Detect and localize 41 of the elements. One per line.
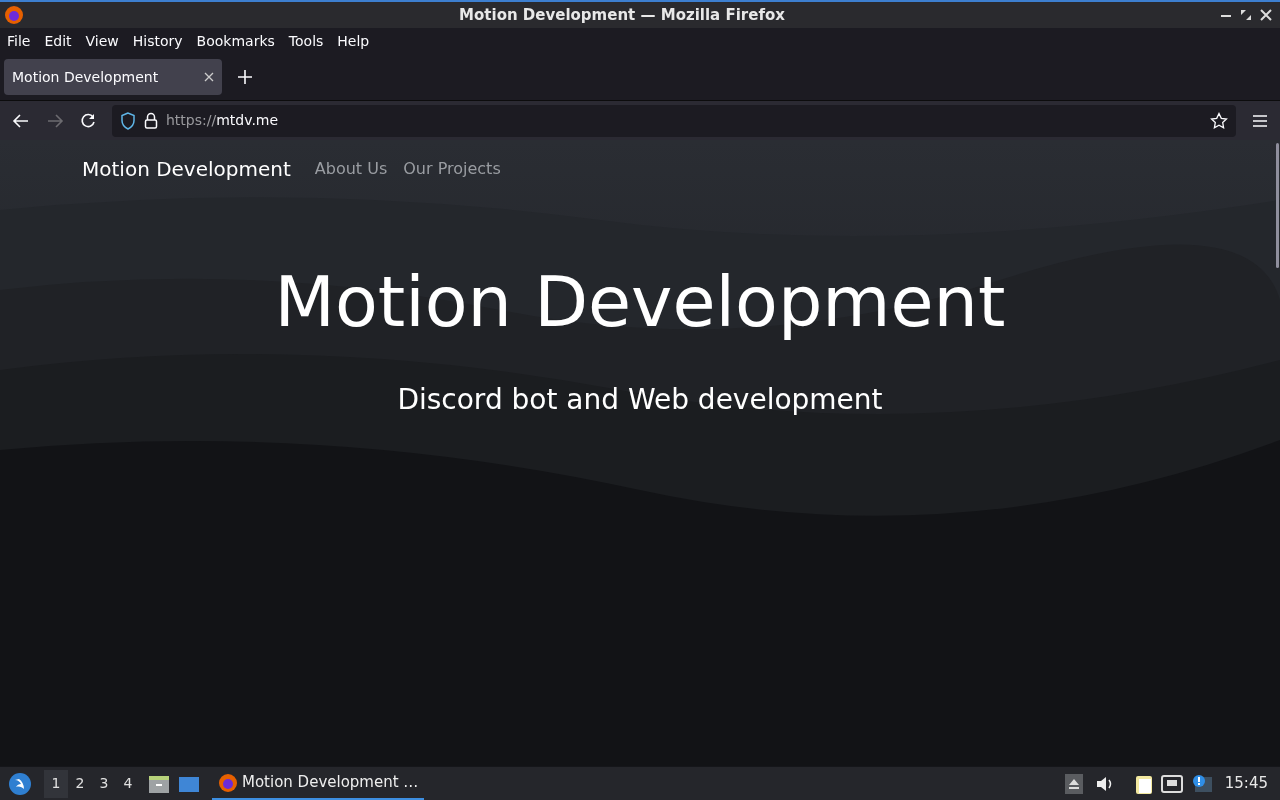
hero-heading: Motion Development	[273, 260, 1007, 345]
hero-subheading: Discord bot and Web development	[396, 382, 884, 418]
site-brand-link[interactable]: Motion Development	[82, 154, 291, 184]
firefox-icon	[4, 5, 24, 25]
close-tab-icon[interactable]	[204, 72, 214, 82]
menu-item[interactable]: View	[78, 30, 126, 52]
forward-button[interactable]	[46, 112, 64, 129]
menu-item[interactable]: Bookmarks	[189, 30, 282, 52]
eject-icon[interactable]	[1064, 773, 1083, 794]
workspace-button[interactable]: 4	[116, 769, 140, 798]
close-icon[interactable]	[1260, 9, 1272, 21]
menu-item[interactable]: Tools	[281, 30, 331, 52]
notification-icon[interactable]	[1190, 773, 1213, 794]
scrollbar-thumb[interactable]	[1276, 143, 1279, 268]
start-menu-icon[interactable]	[8, 771, 32, 796]
nav-link[interactable]: About Us	[314, 157, 388, 181]
browser-tab[interactable]: Motion Development	[4, 59, 222, 95]
nav-link[interactable]: Our Projects	[403, 157, 501, 181]
menu-item[interactable]: Help	[330, 30, 377, 52]
workspace-button[interactable]: 1	[44, 769, 68, 798]
shield-icon	[120, 111, 136, 130]
menu-button[interactable]	[1252, 113, 1268, 128]
menu-item[interactable]: History	[125, 30, 190, 52]
menu-item[interactable]: Edit	[37, 30, 79, 52]
reload-button[interactable]	[80, 112, 96, 129]
clock-text: 15:45	[1224, 773, 1268, 795]
network-icon[interactable]	[1160, 773, 1183, 794]
url-text: https://mtdv.me	[166, 111, 280, 130]
firefox-icon	[218, 772, 238, 793]
back-button[interactable]	[12, 112, 30, 129]
taskbar-window-button[interactable]: Motion Development …	[212, 767, 425, 800]
address-bar[interactable]: https://mtdv.me	[112, 104, 1236, 137]
workspace-button[interactable]: 3	[92, 769, 116, 798]
file-manager-icon[interactable]	[148, 773, 170, 794]
maximize-icon[interactable]	[1240, 9, 1252, 21]
window-title: Motion Development — Mozilla Firefox	[459, 5, 785, 24]
menu-item[interactable]: File	[0, 30, 38, 52]
workspace-button[interactable]: 2	[68, 769, 92, 798]
star-icon[interactable]	[1210, 111, 1228, 130]
new-tab-button[interactable]	[238, 70, 252, 84]
lock-icon	[144, 111, 158, 130]
